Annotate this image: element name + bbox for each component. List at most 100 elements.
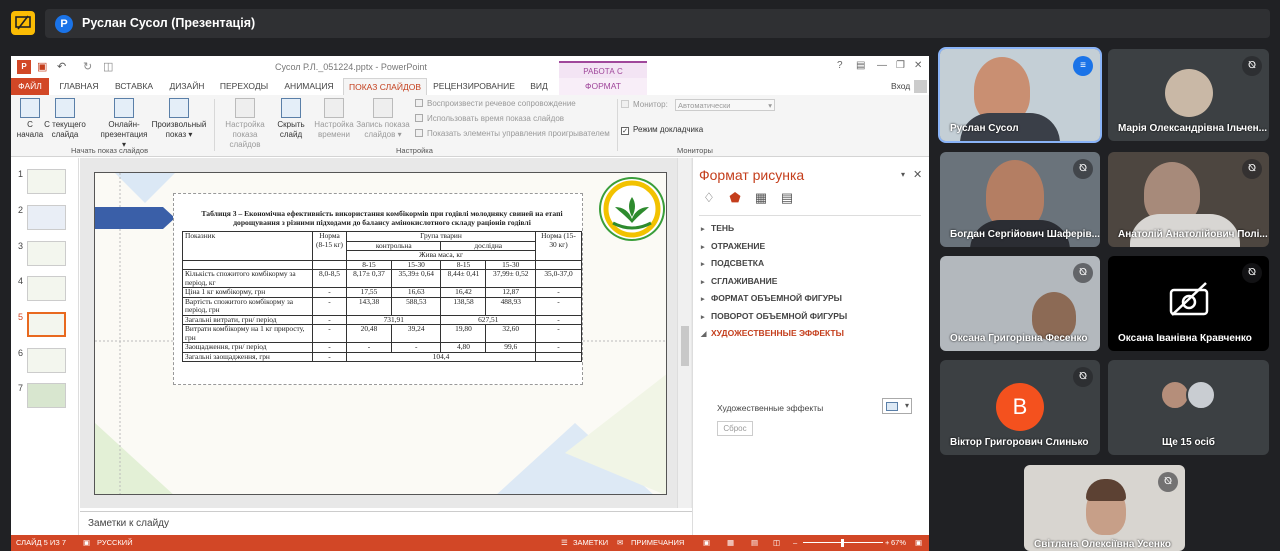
presenter-view-checkbox[interactable]: ✓ Режим докладчика [621, 124, 703, 136]
table-image[interactable]: Таблиця 3 – Економічна ефективність вико… [173, 193, 583, 385]
slide-thumbnail-3[interactable] [27, 241, 66, 266]
pane-options-icon[interactable]: ▾ [901, 170, 905, 179]
slideshow-view-icon[interactable]: ◫ [773, 535, 780, 551]
reading-view-icon[interactable]: ▤ [751, 535, 758, 551]
section-label: ТЕНЬ [711, 223, 735, 233]
university-logo[interactable] [599, 177, 665, 241]
tab-home[interactable]: ГЛАВНАЯ [53, 78, 105, 95]
record-slide-show-button[interactable]: Запись показа слайдов ▾ [355, 98, 411, 140]
participant-tile[interactable]: ⦰ Анатолій Анатолійович Полі... [1108, 152, 1269, 247]
slide-thumbnail-5[interactable] [27, 312, 66, 337]
play-narrations-checkbox[interactable]: Воспроизвести речевое сопровождение [415, 98, 576, 110]
tab-file[interactable]: ФАЙЛ [11, 78, 49, 95]
slide-thumbnail-1[interactable] [27, 169, 66, 194]
close-icon[interactable]: ✕ [914, 60, 922, 71]
section-3d-rotation[interactable]: ▸ ПОВОРОТ ОБЪЕМНОЙ ФИГУРЫ [701, 310, 847, 322]
notes-toggle[interactable]: ЗАМЕТКИ [573, 535, 608, 551]
artistic-effects-dropdown[interactable]: ▾ [882, 398, 912, 414]
zoom-slider-knob[interactable] [841, 539, 844, 547]
section-reflection[interactable]: ▸ ОТРАЖЕНИЕ [701, 240, 765, 252]
custom-show-button[interactable]: Произвольный показ ▾ [149, 98, 209, 140]
undo-icon[interactable]: ↶ [57, 60, 66, 73]
section-shadow[interactable]: ▸ ТЕНЬ [701, 222, 734, 234]
zoom-level[interactable]: 67% [891, 535, 906, 551]
tab-insert[interactable]: ВСТАВКА [108, 78, 160, 95]
present-online-button[interactable]: Онлайн-презентация ▾ [99, 98, 149, 150]
help-icon[interactable]: ? [837, 60, 843, 71]
slide-thumbnail-6[interactable] [27, 348, 66, 373]
user-avatar[interactable] [914, 80, 927, 93]
picture-icon[interactable]: ▤ [779, 190, 795, 206]
from-beginning-button[interactable]: Сначала [15, 98, 45, 140]
hide-slide-button[interactable]: Скрыть слайд [273, 98, 309, 140]
slide-canvas[interactable]: Таблиця 3 – Економічна ефективність вико… [94, 172, 667, 495]
tab-transitions[interactable]: ПЕРЕХОДЫ [214, 78, 274, 95]
from-current-slide-button[interactable]: С текущего слайда [43, 98, 87, 140]
slide-thumbnail-4[interactable] [27, 276, 66, 301]
from-start-qa-icon[interactable]: ◫ [103, 60, 113, 73]
section-glow[interactable]: ▸ ПОДСВЕТКА [701, 257, 764, 269]
minimize-icon[interactable]: — [877, 60, 887, 71]
zoom-out-icon[interactable]: – [793, 535, 797, 551]
scrollbar-thumb[interactable] [681, 326, 689, 366]
tab-animation[interactable]: АНИМАЦИЯ [277, 78, 341, 95]
vertical-scrollbar[interactable] [677, 158, 691, 508]
table-cell: 12,87 [485, 287, 536, 298]
zoom-in-icon[interactable]: + [885, 535, 889, 551]
more-participants-tile[interactable]: Ще 15 осіб [1108, 360, 1269, 455]
setup-slide-show-button[interactable]: Настройка показа слайдов [217, 98, 273, 150]
record-icon [373, 98, 393, 118]
expand-icon: ▸ [701, 279, 705, 286]
participant-tile[interactable]: ⦰ Богдан Сергійович Шаферів... [940, 152, 1100, 247]
section-label: ОТРАЖЕНИЕ [711, 241, 766, 251]
effects-icon[interactable]: ⬟ [727, 190, 743, 206]
presentation-icon[interactable] [11, 11, 35, 35]
participant-tile[interactable]: ⦰ Марія Олександрівна Ільчен... [1108, 49, 1269, 141]
rehearse-timings-button[interactable]: Настройка времени [311, 98, 357, 140]
participant-tile[interactable]: В ⦰ Віктор Григорович Слинько [940, 360, 1100, 455]
comments-toggle[interactable]: ПРИМЕЧАНИЯ [631, 535, 684, 551]
monitor-select[interactable]: Автоматически ▾ [675, 99, 775, 111]
notes-icon[interactable]: ☰ [561, 535, 568, 551]
sign-in-link[interactable]: Вход [891, 81, 910, 91]
pane-close-icon[interactable]: ✕ [913, 168, 922, 181]
slide-editing-area: Таблиця 3 – Економічна ефективність вико… [80, 158, 692, 508]
redo-icon[interactable]: ↻ [83, 60, 92, 73]
table-cell [535, 351, 582, 362]
fit-slide-icon[interactable]: ▣ [915, 535, 922, 551]
tab-view[interactable]: ВИД [521, 78, 557, 95]
label: слайда [51, 130, 79, 139]
tab-format[interactable]: ФОРМАТ [559, 78, 647, 95]
tab-design[interactable]: ДИЗАЙН [163, 78, 211, 95]
divider [699, 215, 921, 216]
effect-preview-icon [886, 402, 898, 411]
normal-view-icon[interactable]: ▣ [703, 535, 710, 551]
ribbon-options-icon[interactable]: ▤ [856, 60, 865, 71]
slide-thumbnail-2[interactable] [27, 205, 66, 230]
arrow-shape[interactable] [95, 207, 175, 229]
size-properties-icon[interactable]: ▦ [753, 190, 769, 206]
slide-sorter-icon[interactable]: ▦ [727, 535, 734, 551]
use-timings-checkbox[interactable]: Использовать время показа слайдов [415, 113, 564, 125]
label: Показать элементы управления проигрывате… [427, 129, 610, 138]
fill-line-icon[interactable]: ♢ [701, 190, 717, 206]
comments-icon[interactable]: ✉ [617, 535, 623, 551]
participant-tile[interactable]: ⦰ Оксана Григорівна Фесенко [940, 256, 1100, 351]
participant-tile[interactable]: ≡ Руслан Сусол [938, 47, 1102, 143]
tab-slide-show[interactable]: ПОКАЗ СЛАЙДОВ [343, 78, 427, 95]
notes-pane[interactable]: Заметки к слайду [80, 511, 692, 535]
participant-tile[interactable]: ⦰ Світлана Олексіївна Усенко [1024, 465, 1185, 551]
spellcheck-icon[interactable]: ▣ [83, 535, 90, 551]
reset-button[interactable]: Сброс [717, 421, 753, 436]
slide-thumbnail-7[interactable] [27, 383, 66, 408]
show-media-controls-checkbox[interactable]: Показать элементы управления проигрывате… [415, 128, 610, 140]
section-soft-edges[interactable]: ▸ СГЛАЖИВАНИЕ [701, 275, 777, 287]
section-artistic-effects[interactable]: ◢ ХУДОЖЕСТВЕННЫЕ ЭФФЕКТЫ [701, 327, 844, 339]
restore-icon[interactable]: ❐ [896, 60, 905, 71]
tab-review[interactable]: РЕЦЕНЗИРОВАНИЕ [431, 78, 517, 95]
language-indicator[interactable]: РУССКИЙ [97, 535, 133, 551]
table-cell: 16,63 [390, 287, 442, 298]
save-icon[interactable]: ▣ [37, 60, 47, 73]
participant-tile[interactable]: ⦰ Оксана Іванівна Кравченко [1108, 256, 1269, 351]
section-3d-format[interactable]: ▸ ФОРМАТ ОБЪЕМНОЙ ФИГУРЫ [701, 292, 842, 304]
